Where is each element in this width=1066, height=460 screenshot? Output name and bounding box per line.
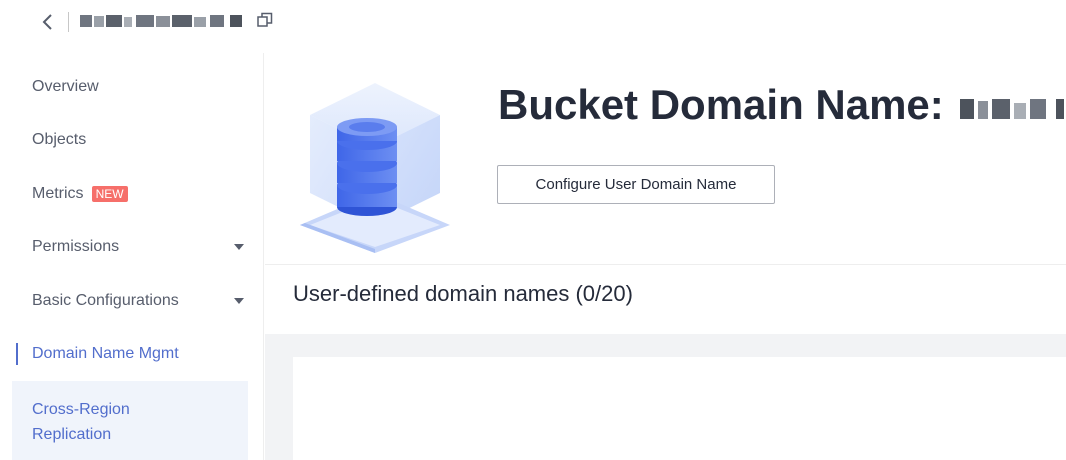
copy-icon xyxy=(257,12,273,27)
sidebar-item-label: Permissions xyxy=(32,238,120,255)
database-icon xyxy=(300,83,450,253)
sidebar-item-label: Cross-Region Replication xyxy=(32,401,130,443)
sidebar-item-label: Domain Name Mgmt xyxy=(32,345,179,362)
section-title: User-defined domain names (0/20) xyxy=(293,281,633,306)
sidebar-item-label: Overview xyxy=(32,78,99,95)
copy-name-button[interactable] xyxy=(256,11,274,29)
domain-name-redacted xyxy=(960,99,1064,119)
configure-user-domain-name-button[interactable]: Configure User Domain Name xyxy=(497,165,775,204)
sidebar-item-overview[interactable]: Overview xyxy=(12,67,264,107)
page-title: Bucket Domain Name: xyxy=(498,81,944,128)
top-bar xyxy=(0,0,1066,44)
header-divider xyxy=(265,264,1066,265)
back-button[interactable] xyxy=(38,10,58,34)
caret-down-icon xyxy=(234,298,244,304)
caret-down-icon xyxy=(234,244,244,250)
sidebar-item-label: Basic Configurations xyxy=(32,292,179,309)
domain-list-panel xyxy=(293,357,1066,460)
sidebar-item-domain-name-mgmt[interactable]: Domain Name Mgmt xyxy=(12,334,264,374)
sidebar-item-basic-configurations[interactable]: Basic Configurations xyxy=(12,281,264,321)
sidebar-item-label: Objects xyxy=(32,131,87,148)
bucket-name-redacted xyxy=(80,15,242,27)
sidebar-item-cross-region-replication[interactable]: Cross-Region Replication xyxy=(12,381,248,460)
chevron-left-icon xyxy=(42,14,52,30)
sidebar-item-objects[interactable]: Objects xyxy=(12,120,264,160)
sidebar: Overview Objects Metrics NEW Permissions… xyxy=(12,53,264,460)
sidebar-item-metrics[interactable]: Metrics NEW xyxy=(12,174,264,214)
sidebar-item-label: Metrics xyxy=(32,185,84,202)
sidebar-item-permissions[interactable]: Permissions xyxy=(12,227,264,267)
new-badge: NEW xyxy=(91,186,128,202)
active-indicator xyxy=(16,343,18,365)
title-divider xyxy=(68,12,69,32)
domain-header: Bucket Domain Name: Configure User Domai… xyxy=(265,53,1066,265)
